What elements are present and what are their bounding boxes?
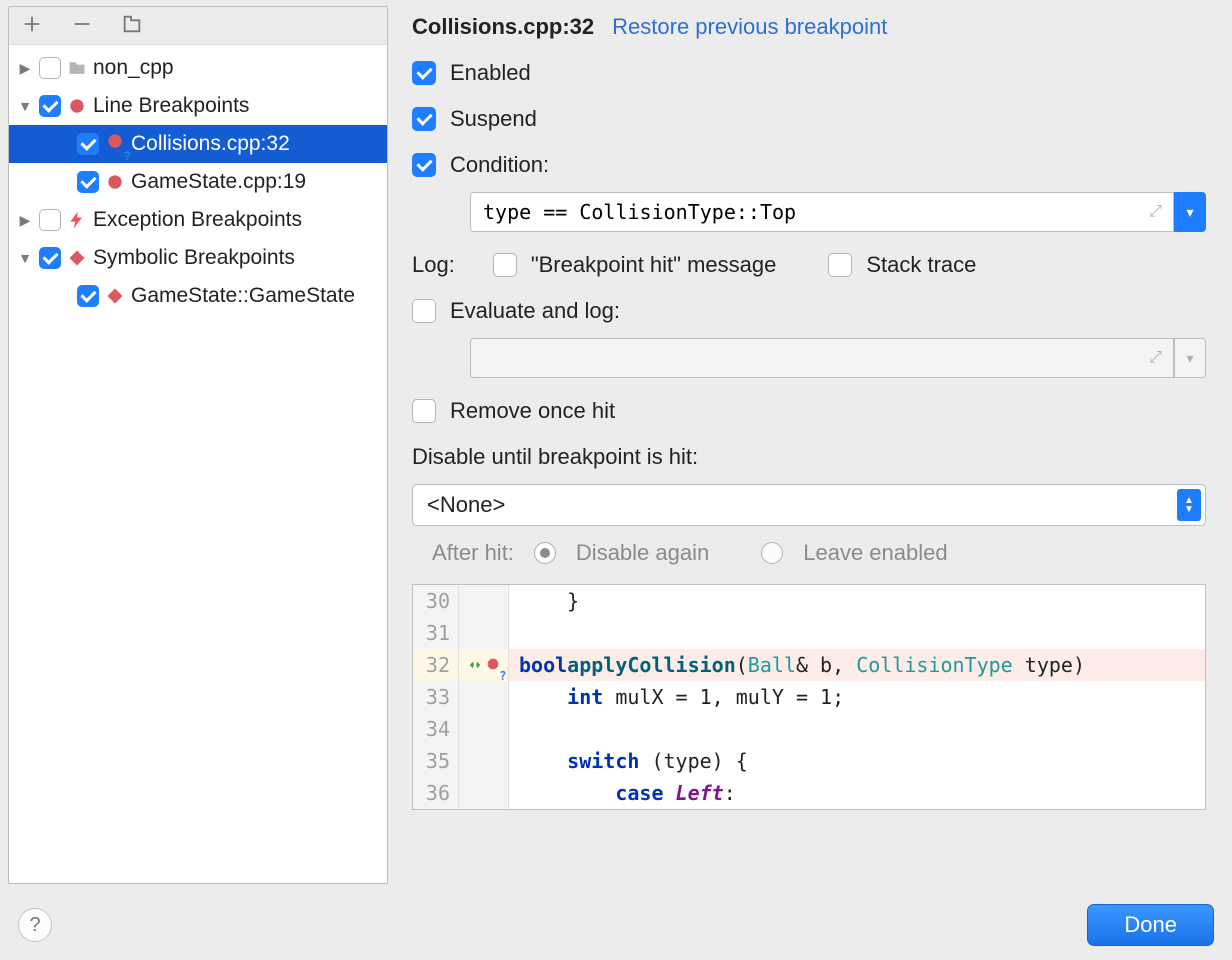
- code-preview: 30 }3132bool applyCollision(Ball& b, Col…: [412, 584, 1206, 810]
- disclosure-closed-icon[interactable]: ▶: [17, 212, 33, 229]
- folder-icon: [67, 58, 87, 78]
- checkbox[interactable]: [77, 285, 99, 307]
- add-breakpoint-button[interactable]: [21, 13, 43, 38]
- footer: ? Done: [0, 890, 1232, 960]
- checkbox[interactable]: [39, 247, 61, 269]
- expand-icon: ⤢: [1149, 349, 1162, 367]
- tree-label: Exception Breakpoints: [93, 208, 302, 232]
- page-title: Collisions.cpp:32: [412, 14, 594, 40]
- log-message-label: "Breakpoint hit" message: [531, 252, 777, 278]
- tree-toolbar: [9, 7, 387, 45]
- disable-until-value: <None>: [427, 492, 505, 518]
- tree-item-gamestate19[interactable]: GameState.cpp:19: [9, 163, 387, 201]
- condition-checkbox[interactable]: [412, 153, 436, 177]
- tree-group-exception[interactable]: ▶ Exception Breakpoints: [9, 201, 387, 239]
- breakpoint-tree-panel: ▶ non_cpp ▼ Line Breakpoints Collisions.…: [8, 6, 388, 884]
- bolt-icon: [67, 210, 87, 230]
- after-leave-label: Leave enabled: [803, 540, 947, 566]
- after-disable-label: Disable again: [576, 540, 709, 566]
- log-stack-checkbox[interactable]: [828, 253, 852, 277]
- tree-label: Line Breakpoints: [93, 94, 249, 118]
- group-button[interactable]: [121, 13, 143, 38]
- tree-label: Symbolic Breakpoints: [93, 246, 295, 270]
- after-hit-label: After hit:: [432, 540, 514, 566]
- log-stack-label: Stack trace: [866, 252, 976, 278]
- disclosure-open-icon[interactable]: ▼: [17, 98, 33, 114]
- enabled-label: Enabled: [450, 60, 531, 86]
- breakpoint-icon: [67, 96, 87, 116]
- select-arrows-icon: ▲▼: [1177, 489, 1201, 521]
- checkbox[interactable]: [39, 209, 61, 231]
- condition-label: Condition:: [450, 152, 549, 178]
- conditional-breakpoint-icon: [105, 131, 125, 157]
- disable-until-label: Disable until breakpoint is hit:: [412, 444, 1206, 470]
- diamond-icon: [67, 248, 87, 268]
- log-message-checkbox[interactable]: [493, 253, 517, 277]
- tree-group-symbolic[interactable]: ▼ Symbolic Breakpoints: [9, 239, 387, 277]
- enabled-checkbox[interactable]: [412, 61, 436, 85]
- after-leave-radio[interactable]: [761, 542, 783, 564]
- tree: ▶ non_cpp ▼ Line Breakpoints Collisions.…: [9, 45, 387, 883]
- disable-until-select[interactable]: <None> ▲▼: [412, 484, 1206, 526]
- disclosure-open-icon[interactable]: ▼: [17, 250, 33, 266]
- breakpoint-icon: [105, 172, 125, 192]
- condition-history-dropdown[interactable]: ▾: [1174, 192, 1206, 232]
- breakpoint-detail-panel: Collisions.cpp:32 Restore previous break…: [398, 6, 1224, 884]
- after-disable-radio[interactable]: [534, 542, 556, 564]
- tree-label: non_cpp: [93, 56, 174, 80]
- checkbox[interactable]: [77, 171, 99, 193]
- condition-input[interactable]: [470, 192, 1174, 232]
- expand-icon[interactable]: ⤢: [1149, 203, 1162, 221]
- suspend-label: Suspend: [450, 106, 537, 132]
- remove-breakpoint-button[interactable]: [71, 13, 93, 38]
- evaluate-checkbox[interactable]: [412, 299, 436, 323]
- suspend-checkbox[interactable]: [412, 107, 436, 131]
- checkbox[interactable]: [39, 95, 61, 117]
- done-button[interactable]: Done: [1087, 904, 1214, 946]
- tree-group-noncpp[interactable]: ▶ non_cpp: [9, 49, 387, 87]
- checkbox[interactable]: [39, 57, 61, 79]
- remove-once-hit-label: Remove once hit: [450, 398, 615, 424]
- help-button[interactable]: ?: [18, 908, 52, 942]
- tree-label: GameState::GameState: [131, 284, 355, 308]
- remove-once-hit-checkbox[interactable]: [412, 399, 436, 423]
- restore-link[interactable]: Restore previous breakpoint: [612, 14, 887, 40]
- tree-label: Collisions.cpp:32: [131, 132, 290, 156]
- tree-item-collisions[interactable]: Collisions.cpp:32: [9, 125, 387, 163]
- evaluate-input: [470, 338, 1174, 378]
- tree-group-line[interactable]: ▼ Line Breakpoints: [9, 87, 387, 125]
- disclosure-closed-icon[interactable]: ▶: [17, 60, 33, 77]
- tree-item-symbolic-gamestate[interactable]: GameState::GameState: [9, 277, 387, 315]
- diamond-icon: [105, 286, 125, 306]
- evaluate-label: Evaluate and log:: [450, 298, 620, 324]
- tree-label: GameState.cpp:19: [131, 170, 306, 194]
- checkbox[interactable]: [77, 133, 99, 155]
- log-label: Log:: [412, 252, 455, 278]
- evaluate-history-dropdown: ▾: [1174, 338, 1206, 378]
